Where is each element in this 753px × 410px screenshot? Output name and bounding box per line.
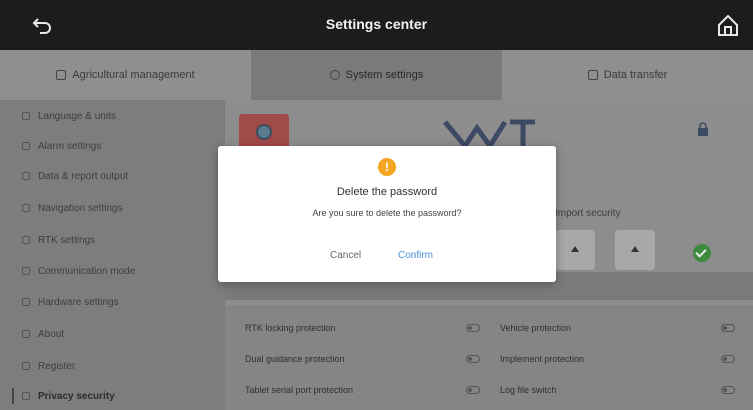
confirm-button[interactable]: Confirm [398, 250, 433, 261]
delete-password-dialog: ! Delete the password Are you sure to de… [218, 146, 556, 282]
dialog-title: Delete the password [336, 186, 438, 198]
cancel-button[interactable]: Cancel [330, 250, 361, 261]
dialog-message: Are you sure to delete the password? [312, 208, 462, 218]
warning-icon: ! [378, 158, 396, 176]
